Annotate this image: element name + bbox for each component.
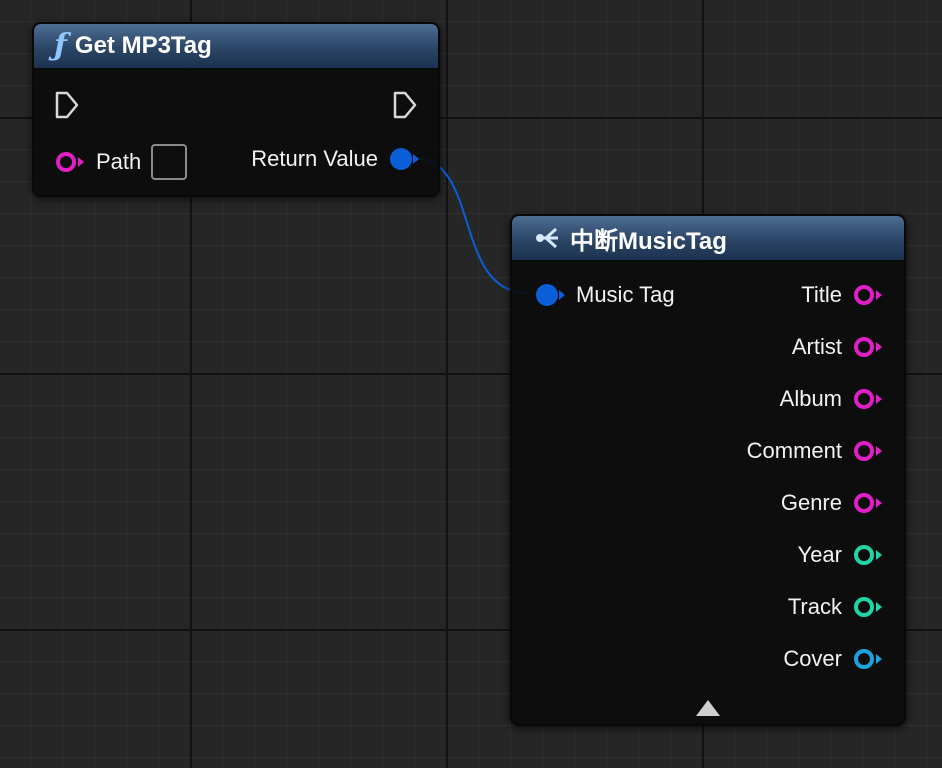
node-title: 中断MusicTag [570,227,727,255]
path-pin[interactable] [54,150,86,174]
output-row-comment: Comment [747,438,884,464]
year-label: Year [797,542,842,567]
output-row-year: Year [798,542,884,568]
album-pin[interactable] [852,387,884,411]
get-mp3tag-header[interactable]: ƒ Get MP3Tag [34,24,438,69]
track-pin[interactable] [852,595,884,619]
music-tag-input-row: Music Tag [534,282,675,308]
output-row-track: Track [788,594,884,620]
collapse-arrow-icon[interactable] [696,700,720,716]
break-musictag-node[interactable]: 中断MusicTag Music Tag Title Artist Album … [510,214,906,726]
title-pin[interactable] [852,283,884,307]
break-musictag-header[interactable]: 中断MusicTag [512,216,904,261]
output-row-artist: Artist [792,334,884,360]
music-tag-label: Music Tag [576,282,675,307]
track-label: Track [787,594,842,619]
path-input-row: Path [54,144,188,180]
artist-label: Artist [791,334,842,359]
output-row-cover: Cover [783,646,884,672]
path-value-box[interactable] [151,144,188,180]
output-row-album: Album [780,386,884,412]
break-struct-icon [536,227,558,249]
return-value-pin[interactable] [388,147,420,171]
genre-pin[interactable] [852,491,884,515]
get-mp3tag-node[interactable]: ƒ Get MP3Tag Path Return Value [32,22,440,197]
exec-in-pin[interactable] [54,90,80,120]
title-label: Title [801,282,842,307]
cover-pin[interactable] [852,647,884,671]
path-label: Path [96,149,142,174]
output-row-genre: Genre [781,490,884,516]
function-icon: ƒ [54,28,67,63]
artist-pin[interactable] [852,335,884,359]
exec-out-pin[interactable] [392,90,418,120]
return-value-output-row: Return Value [251,143,420,175]
comment-label: Comment [746,438,842,463]
music-tag-pin[interactable] [534,283,566,307]
return-value-label: Return Value [251,146,378,171]
comment-pin[interactable] [852,439,884,463]
genre-label: Genre [780,490,842,515]
cover-label: Cover [783,646,842,671]
year-pin[interactable] [852,543,884,567]
node-title: Get MP3Tag [74,32,212,59]
album-label: Album [779,386,842,411]
output-row-title: Title [801,282,884,308]
